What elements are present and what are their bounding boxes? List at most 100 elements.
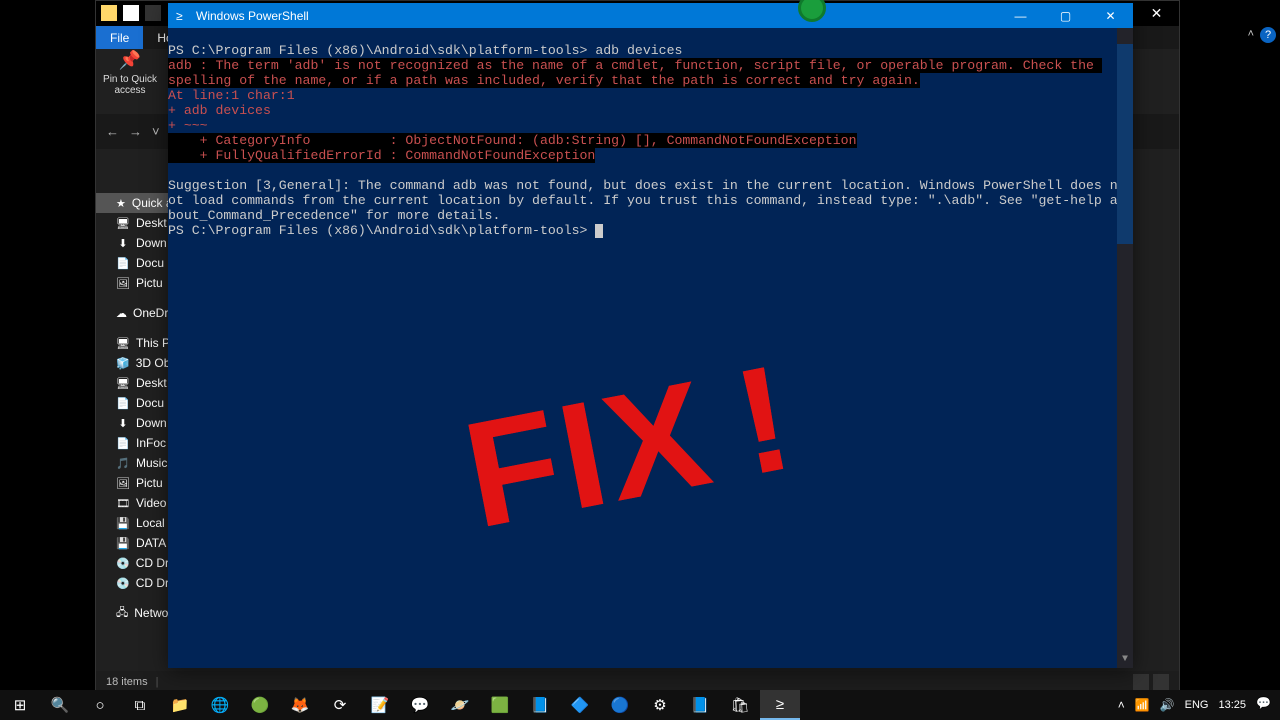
- taskbar-store[interactable]: 🛍: [720, 690, 760, 720]
- nav-forward-icon[interactable]: →: [129, 124, 142, 139]
- taskbar-note[interactable]: 📝: [360, 690, 400, 720]
- cursor: [595, 224, 603, 238]
- ps-error-line: adb : The term 'adb' is not recognized a…: [168, 58, 1102, 73]
- sidebar-item[interactable]: 🖼Pictu: [96, 273, 168, 293]
- qat-doc-icon[interactable]: [123, 5, 139, 21]
- taskbar-app2[interactable]: 🔵: [600, 690, 640, 720]
- language-indicator[interactable]: ENG: [1185, 699, 1209, 711]
- system-tray: ˄ 📶 🔊 ENG 13:25 💬: [1118, 696, 1280, 714]
- maximize-button[interactable]: ▢: [1043, 3, 1088, 28]
- nav-back-icon[interactable]: ←: [106, 124, 119, 139]
- ribbon-collapse-icon[interactable]: ˄: [1248, 28, 1254, 40]
- qat-save-icon[interactable]: [145, 5, 161, 21]
- cloud-icon: ☁: [116, 306, 127, 320]
- wifi-icon[interactable]: 📶: [1135, 698, 1150, 712]
- ps-error-line: + FullyQualifiedErrorId : CommandNotFoun…: [168, 148, 595, 163]
- ribbon-pin-quick-access[interactable]: 📌 Pin to Quick access: [95, 50, 165, 110]
- scrollbar[interactable]: ▲ ▼: [1117, 28, 1133, 668]
- sidebar-icon: 🎞: [116, 496, 130, 510]
- taskbar-msg[interactable]: 💬: [400, 690, 440, 720]
- ps-suggestion-line: ot load commands from the current locati…: [168, 193, 1118, 208]
- volume-icon[interactable]: 🔊: [1160, 698, 1175, 712]
- taskbar-code[interactable]: 📘: [520, 690, 560, 720]
- sidebar-icon: 🖥: [116, 376, 130, 390]
- explorer-sidebar: ★Quick a 🖥Deskt⬇Down📄Docu🖼Pictu ☁OneDri …: [96, 189, 168, 668]
- sidebar-item[interactable]: 💾DATA: [96, 533, 168, 553]
- ps-suggestion-line: bout_Command_Precedence" for more detail…: [168, 208, 500, 223]
- ps-error-line: + CategoryInfo : ObjectNotFound: (adb:St…: [168, 133, 857, 148]
- sidebar-icon: ⬇: [116, 416, 130, 430]
- taskbar-explorer[interactable]: 📁: [160, 690, 200, 720]
- pin-icon: 📌: [95, 50, 165, 71]
- taskbar-edge[interactable]: 🌐: [200, 690, 240, 720]
- sidebar-item[interactable]: 🖥Deskt: [96, 373, 168, 393]
- sidebar-icon: 🧊: [116, 356, 130, 370]
- sidebar-icon: 🖥: [116, 216, 130, 230]
- taskbar-search[interactable]: 🔍: [40, 690, 80, 720]
- taskbar-ps[interactable]: ≥: [760, 690, 800, 720]
- powershell-icon: ≥: [176, 9, 190, 23]
- powershell-titlebar[interactable]: ≥ Windows PowerShell — ▢ ✕: [168, 3, 1133, 28]
- sidebar-icon: 💿: [116, 576, 130, 590]
- sidebar-item[interactable]: 💾Local: [96, 513, 168, 533]
- pc-icon: 🖥: [116, 336, 130, 350]
- sidebar-item[interactable]: 📄InFoc: [96, 433, 168, 453]
- scroll-thumb[interactable]: [1117, 44, 1133, 244]
- sidebar-item[interactable]: 💿CD Dri: [96, 553, 168, 573]
- sidebar-item[interactable]: 🎞Video: [96, 493, 168, 513]
- clock[interactable]: 13:25: [1218, 699, 1246, 711]
- sidebar-icon: 🖼: [116, 276, 130, 290]
- sidebar-this-pc[interactable]: 🖥This PC: [96, 333, 168, 353]
- taskbar-ide[interactable]: 🪐: [440, 690, 480, 720]
- taskbar-taskview[interactable]: ⧉: [120, 690, 160, 720]
- sidebar-onedrive[interactable]: ☁OneDri: [96, 303, 168, 323]
- notifications-icon[interactable]: 💬: [1256, 696, 1274, 714]
- sidebar-item[interactable]: 🎵Music: [96, 453, 168, 473]
- sidebar-icon: 🎵: [116, 456, 130, 470]
- close-button[interactable]: ✕: [1088, 3, 1133, 28]
- sidebar-icon: 💾: [116, 536, 130, 550]
- nav-down-icon[interactable]: ˅: [152, 124, 160, 139]
- taskbar-start[interactable]: ⊞: [0, 690, 40, 720]
- sidebar-item[interactable]: ⬇Down: [96, 233, 168, 253]
- ps-error-line: spelling of the name, or if a path was i…: [168, 73, 920, 88]
- sidebar-icon: 🖼: [116, 476, 130, 490]
- sidebar-item[interactable]: 📄Docu: [96, 393, 168, 413]
- ps-prompt: PS C:\Program Files (x86)\Android\sdk\pl…: [168, 223, 595, 238]
- taskbar-chrome[interactable]: 🟢: [240, 690, 280, 720]
- taskbar-steam[interactable]: ⟳: [320, 690, 360, 720]
- sidebar-item[interactable]: 💿CD Dri: [96, 573, 168, 593]
- taskbar-ide2[interactable]: 🟩: [480, 690, 520, 720]
- sidebar-icon: 💾: [116, 516, 130, 530]
- sidebar-item[interactable]: 🖼Pictu: [96, 473, 168, 493]
- explorer-tab-file[interactable]: File: [96, 26, 143, 49]
- sidebar-icon: 📄: [116, 396, 130, 410]
- sidebar-quick-access[interactable]: ★Quick a: [96, 193, 168, 213]
- taskbar-app3[interactable]: ⚙: [640, 690, 680, 720]
- qat-folder-icon[interactable]: [101, 5, 117, 21]
- taskbar-app1[interactable]: 🔷: [560, 690, 600, 720]
- sidebar-icon: ⬇: [116, 236, 130, 250]
- ps-suggestion-line: Suggestion [3,General]: The command adb …: [168, 178, 1118, 193]
- taskbar-firefox[interactable]: 🦊: [280, 690, 320, 720]
- minimize-button[interactable]: —: [998, 3, 1043, 28]
- sidebar-item[interactable]: 🧊3D Ob: [96, 353, 168, 373]
- status-item-count: 18 items: [106, 676, 148, 688]
- taskbar-cortana[interactable]: ○: [80, 690, 120, 720]
- ps-error-line: At line:1 char:1: [168, 88, 295, 103]
- tray-overflow-icon[interactable]: ˄: [1118, 698, 1125, 712]
- powershell-title: Windows PowerShell: [196, 9, 309, 23]
- sidebar-network[interactable]: 🖧Netwo: [96, 603, 168, 623]
- taskbar-app4[interactable]: 📘: [680, 690, 720, 720]
- view-details-icon[interactable]: [1133, 674, 1149, 690]
- sidebar-item[interactable]: ⬇Down: [96, 413, 168, 433]
- sidebar-item[interactable]: 📄Docu: [96, 253, 168, 273]
- scroll-down-icon[interactable]: ▼: [1117, 652, 1133, 668]
- view-tiles-icon[interactable]: [1153, 674, 1169, 690]
- help-icon[interactable]: ?: [1260, 27, 1276, 43]
- explorer-close-button[interactable]: ✕: [1134, 1, 1179, 26]
- star-icon: ★: [116, 196, 126, 210]
- sidebar-icon: 📄: [116, 256, 130, 270]
- sidebar-item[interactable]: 🖥Deskt: [96, 213, 168, 233]
- taskbar: ⊞🔍○⧉📁🌐🟢🦊⟳📝💬🪐🟩📘🔷🔵⚙📘🛍≥ ˄ 📶 🔊 ENG 13:25 💬: [0, 690, 1280, 720]
